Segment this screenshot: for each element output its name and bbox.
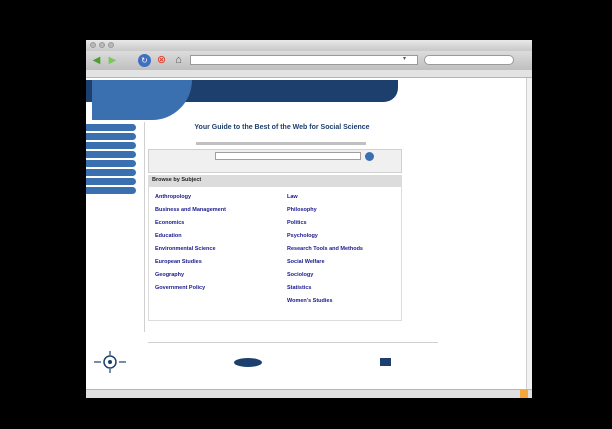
sidebar-button[interactable]: [86, 151, 136, 158]
subject-link[interactable]: Law: [287, 194, 367, 200]
sidebar-divider: [144, 122, 145, 332]
subject-link[interactable]: Anthropology: [155, 194, 235, 200]
footer-divider: [148, 342, 438, 343]
close-window-button[interactable]: [90, 42, 96, 48]
bookmarks-bar: [86, 70, 532, 78]
subject-link[interactable]: Business and Management: [155, 207, 235, 213]
subject-link[interactable]: Geography: [155, 272, 235, 278]
intro-text: [196, 142, 366, 145]
sidebar-button[interactable]: [86, 169, 136, 176]
vertical-scrollbar[interactable]: [526, 78, 532, 389]
subject-link[interactable]: European Studies: [155, 259, 235, 265]
site-logo[interactable]: [92, 80, 192, 120]
subject-link[interactable]: Psychology: [287, 233, 367, 239]
chevron-down-icon[interactable]: ▾: [403, 55, 406, 62]
address-bar[interactable]: [190, 55, 418, 65]
subject-column-right: Law Philosophy Politics Psychology Research …: [287, 187, 367, 304]
sidebar-button[interactable]: [86, 187, 136, 194]
search-go-button[interactable]: [365, 152, 374, 161]
back-arrow-icon[interactable]: ◀: [90, 54, 103, 67]
subject-column-left: Anthropology Business and Management Econo…: [155, 187, 235, 291]
partner-logo[interactable]: [234, 358, 262, 367]
sidebar-button[interactable]: [86, 133, 136, 140]
browse-title: Browse by Subject: [152, 177, 202, 183]
web-page: Your Guide to the Best of the Web for So…: [86, 78, 526, 389]
sidebar-button[interactable]: [86, 160, 136, 167]
sidebar-button[interactable]: [86, 142, 136, 149]
subject-link[interactable]: Environmental Science: [155, 246, 235, 252]
subject-link[interactable]: Sociology: [287, 272, 367, 278]
subject-link[interactable]: Research Tools and Methods: [287, 246, 367, 252]
subject-link[interactable]: Women's Studies: [287, 298, 367, 304]
minimize-window-button[interactable]: [99, 42, 105, 48]
home-icon[interactable]: ⌂: [172, 54, 185, 67]
left-sidebar: [86, 122, 144, 196]
sidebar-button[interactable]: [86, 124, 136, 131]
browser-window: ◀ ▶ ↻ ⊗ ⌂ ▾ Your Guide to the Best of th…: [86, 40, 532, 398]
sidebar-button[interactable]: [86, 178, 136, 185]
subject-link[interactable]: Statistics: [287, 285, 367, 291]
subject-link[interactable]: Education: [155, 233, 235, 239]
award-badge: [380, 358, 391, 366]
browse-header: Browse by Subject: [148, 175, 402, 186]
search-panel: [148, 149, 402, 173]
window-titlebar[interactable]: [86, 40, 532, 51]
subject-link[interactable]: Social Welfare: [287, 259, 367, 265]
site-search-input[interactable]: [215, 152, 361, 160]
subject-link[interactable]: Government Policy: [155, 285, 235, 291]
site-tagline: Your Guide to the Best of the Web for So…: [194, 124, 370, 131]
window-controls: [90, 42, 114, 48]
resize-grip[interactable]: [520, 390, 528, 398]
subject-link[interactable]: Economics: [155, 220, 235, 226]
reload-icon[interactable]: ↻: [138, 54, 151, 67]
browser-search-field[interactable]: [424, 55, 514, 65]
subject-list: Anthropology Business and Management Econo…: [148, 186, 402, 321]
forward-arrow-icon[interactable]: ▶: [106, 54, 119, 67]
zoom-window-button[interactable]: [108, 42, 114, 48]
subject-link[interactable]: Politics: [287, 220, 367, 226]
status-bar: [86, 389, 532, 398]
compass-icon: [94, 351, 126, 373]
stop-icon[interactable]: ⊗: [155, 54, 168, 67]
browser-toolbar: ◀ ▶ ↻ ⊗ ⌂ ▾: [86, 51, 532, 70]
subject-link[interactable]: Philosophy: [287, 207, 367, 213]
